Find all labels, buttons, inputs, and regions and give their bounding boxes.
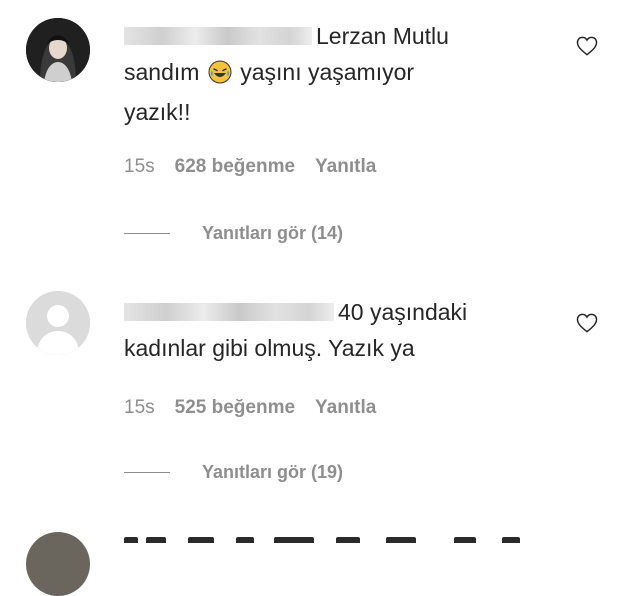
comment-text: 40 yaşındaki kadınlar gibi olmuş. Yazık …: [124, 294, 524, 366]
reply-button[interactable]: Yanıtla: [315, 397, 376, 419]
comment-text-line1: yaşını yaşamıyor: [240, 59, 415, 85]
view-replies-button[interactable]: Yanıtları gör (14): [124, 223, 343, 244]
divider-line: [124, 472, 170, 473]
laughing-tears-emoji: [208, 58, 232, 94]
default-avatar-icon: [26, 291, 90, 355]
profile-photo: [26, 18, 90, 82]
comment-meta: 15s 628 beğenme Yanıtla: [124, 156, 376, 178]
comment-text-prefix: sandım: [124, 59, 200, 85]
comment-meta: 15s 525 beğenme Yanıtla: [124, 397, 376, 419]
heart-icon[interactable]: [576, 36, 598, 56]
divider-line: [124, 233, 170, 234]
reply-button[interactable]: Yanıtla: [315, 156, 376, 178]
comment-text: Lerzan Mutlu sandım yaşını yaşamıyor yaz…: [124, 18, 524, 130]
view-replies-label: Yanıtları gör (19): [202, 462, 344, 482]
comment-text-line1: 40 yaşındaki: [338, 299, 468, 325]
timestamp[interactable]: 15s: [124, 156, 155, 178]
avatar[interactable]: [26, 18, 90, 82]
username-redacted[interactable]: [124, 303, 334, 321]
avatar[interactable]: [26, 291, 90, 355]
comment-text-line2: kadınlar gibi olmuş. Yazık ya: [124, 335, 415, 361]
avatar[interactable]: [26, 532, 90, 596]
view-replies-button[interactable]: Yanıtları gör (19): [124, 462, 343, 483]
view-replies-label: Yanıtları gör (14): [202, 223, 344, 243]
timestamp[interactable]: 15s: [124, 397, 155, 419]
heart-icon[interactable]: [576, 313, 598, 333]
username-redacted[interactable]: [124, 27, 312, 45]
comment-text-partial: [124, 527, 544, 543]
username-suffix[interactable]: Lerzan Mutlu: [316, 23, 449, 49]
like-count[interactable]: 525 beğenme: [175, 397, 295, 419]
like-count[interactable]: 628 beğenme: [175, 156, 295, 178]
comment-text-line3: yazık!!: [124, 99, 191, 125]
